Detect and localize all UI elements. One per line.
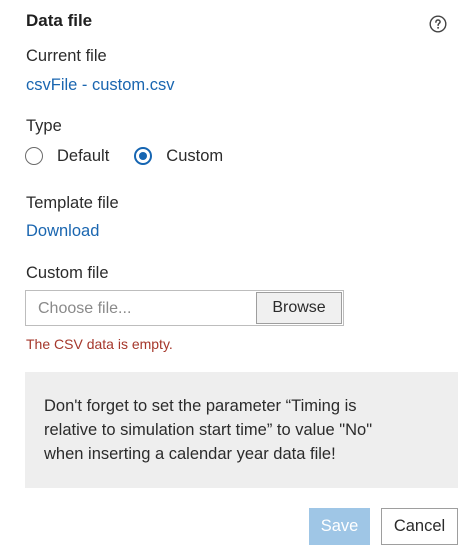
custom-file-input[interactable]: Choose file... Browse <box>25 290 344 326</box>
radio-default-label: Default <box>57 146 110 165</box>
type-label: Type <box>26 117 62 135</box>
info-line: relative to simulation start time” to va… <box>44 421 373 439</box>
current-file-link[interactable]: csvFile - custom.csv <box>26 76 175 95</box>
download-link[interactable]: Download <box>26 222 99 241</box>
radio-custom[interactable]: Custom <box>134 147 223 166</box>
current-file-label: Current file <box>26 47 107 65</box>
radio-default[interactable]: Default <box>25 147 109 166</box>
radio-custom-circle[interactable] <box>134 147 153 165</box>
panel-title: Data file <box>26 11 93 30</box>
cancel-button[interactable]: Cancel <box>381 508 458 545</box>
radio-selected-dot <box>139 152 148 160</box>
info-notice: Don't forget to set the parameter “Timin… <box>25 372 458 488</box>
info-line: Don't forget to set the parameter “Timin… <box>44 397 357 415</box>
file-input-placeholder: Choose file... <box>38 300 132 317</box>
radio-custom-label: Custom <box>166 146 224 165</box>
type-radio-group: Default Custom <box>25 145 223 167</box>
question-circle-icon[interactable] <box>429 15 447 33</box>
radio-default-circle[interactable] <box>25 147 43 165</box>
save-button[interactable]: Save <box>309 508 370 545</box>
browse-button[interactable]: Browse <box>256 292 342 324</box>
csv-error-message: The CSV data is empty. <box>26 336 173 352</box>
info-line: when inserting a calendar year data file… <box>44 445 336 463</box>
template-file-label: Template file <box>26 194 119 212</box>
custom-file-label: Custom file <box>26 264 109 282</box>
